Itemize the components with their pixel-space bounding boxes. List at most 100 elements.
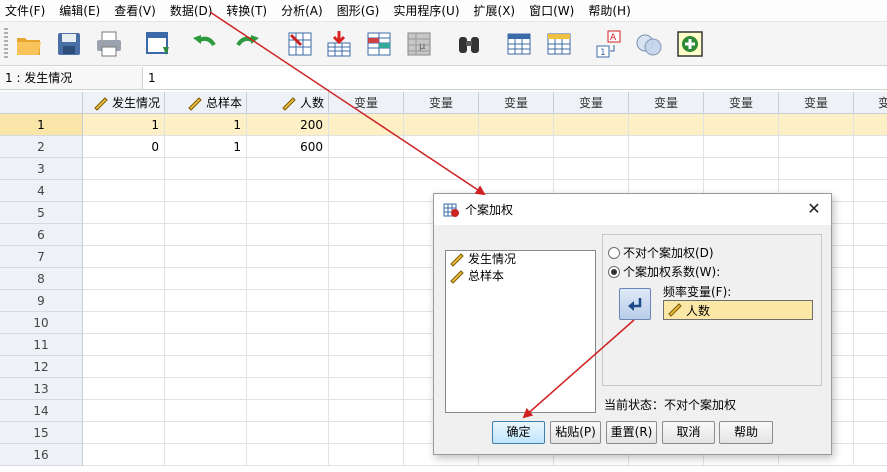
help-button[interactable]: 帮助 (719, 421, 773, 444)
row-number[interactable]: 15 (0, 422, 83, 444)
row-number[interactable]: 4 (0, 180, 83, 202)
grid-cell[interactable] (83, 290, 165, 312)
radio-weight-by[interactable]: 个案加权系数(W): (608, 263, 720, 280)
grid-cell[interactable] (247, 400, 329, 422)
save-icon[interactable] (52, 27, 86, 61)
grid-cell[interactable] (329, 224, 404, 246)
menu-extensions[interactable]: 扩展(X) (469, 0, 525, 22)
grid-cell[interactable] (247, 246, 329, 268)
grid-cell[interactable] (83, 224, 165, 246)
menu-edit[interactable]: 编辑(E) (54, 0, 109, 22)
grid-cell[interactable] (247, 378, 329, 400)
menu-transform[interactable]: 转换(T) (221, 0, 276, 22)
menu-file[interactable]: 文件(F) (0, 0, 54, 22)
grid-cell[interactable] (329, 312, 404, 334)
menu-analyze[interactable]: 分析(A) (276, 0, 332, 22)
grid-cell[interactable] (779, 158, 854, 180)
frequency-variable-field[interactable]: 人数 (663, 300, 813, 320)
split-file-icon[interactable]: μ (402, 27, 436, 61)
value-labels-icon[interactable]: A1 (592, 27, 626, 61)
grid-cell[interactable] (83, 422, 165, 444)
recall-dialog-icon[interactable] (142, 27, 176, 61)
venn-icon[interactable] (632, 27, 666, 61)
grid-cell[interactable] (629, 158, 704, 180)
row-number[interactable]: 6 (0, 224, 83, 246)
menu-help[interactable]: 帮助(H) (583, 0, 639, 22)
grid-cell[interactable]: 0 (83, 136, 165, 158)
grid-cell[interactable] (854, 312, 887, 334)
grid-cell[interactable] (165, 290, 247, 312)
radio-selected-icon[interactable] (608, 265, 620, 278)
column-header[interactable]: 发生情况 (83, 92, 165, 114)
list-item[interactable]: 发生情况 (446, 251, 595, 268)
row-number[interactable]: 11 (0, 334, 83, 356)
grid-cell[interactable] (779, 136, 854, 158)
toolbar-grip[interactable] (4, 28, 8, 60)
grid-cell[interactable] (854, 334, 887, 356)
grid-cell[interactable] (165, 224, 247, 246)
cell-value-input[interactable]: 1 (148, 67, 156, 89)
grid-cell[interactable] (247, 268, 329, 290)
grid-cell[interactable] (704, 136, 779, 158)
grid-cell[interactable] (83, 334, 165, 356)
grid-cell[interactable] (165, 422, 247, 444)
row-number[interactable]: 13 (0, 378, 83, 400)
grid-cell[interactable] (247, 290, 329, 312)
column-header[interactable]: 变 (854, 92, 887, 114)
grid-cell[interactable] (329, 158, 404, 180)
row-number[interactable]: 5 (0, 202, 83, 224)
grid-cell[interactable] (629, 114, 704, 136)
column-header[interactable]: 变量 (404, 92, 479, 114)
column-header[interactable]: 变量 (779, 92, 854, 114)
grid-cell[interactable] (83, 158, 165, 180)
grid-cell[interactable] (479, 158, 554, 180)
grid-cell[interactable] (329, 136, 404, 158)
undo-icon[interactable] (188, 27, 222, 61)
grid-cell[interactable] (83, 444, 165, 466)
grid-cell[interactable] (329, 378, 404, 400)
grid-cell[interactable] (404, 114, 479, 136)
grid-cell[interactable] (854, 246, 887, 268)
grid-cell[interactable] (165, 356, 247, 378)
grid-cell[interactable] (247, 202, 329, 224)
column-header[interactable]: 变量 (704, 92, 779, 114)
grid-cell[interactable] (854, 290, 887, 312)
go-to-case-icon[interactable] (283, 27, 317, 61)
grid-cell[interactable] (83, 180, 165, 202)
grid-cell[interactable] (854, 444, 887, 466)
menu-view[interactable]: 查看(V) (109, 0, 165, 22)
list-item[interactable]: 总样本 (446, 268, 595, 285)
grid-cell[interactable] (165, 246, 247, 268)
grid-cell[interactable] (247, 312, 329, 334)
row-number[interactable]: 7 (0, 246, 83, 268)
grid-cell[interactable] (329, 290, 404, 312)
grid-cell[interactable] (704, 114, 779, 136)
grid-cell[interactable] (404, 158, 479, 180)
grid-cell[interactable]: 600 (247, 136, 329, 158)
grid-cell[interactable] (854, 268, 887, 290)
grid-cell[interactable] (704, 158, 779, 180)
grid-cell[interactable] (165, 158, 247, 180)
grid-cell[interactable] (329, 268, 404, 290)
grid-cell[interactable] (554, 158, 629, 180)
redo-icon[interactable] (230, 27, 264, 61)
column-header[interactable]: 变量 (479, 92, 554, 114)
row-number[interactable]: 3 (0, 158, 83, 180)
row-number[interactable]: 16 (0, 444, 83, 466)
row-number[interactable]: 2 (0, 136, 83, 158)
column-header[interactable]: 变量 (329, 92, 404, 114)
reset-button[interactable]: 重置(R) (606, 421, 657, 444)
grid-cell[interactable] (83, 356, 165, 378)
grid-cell[interactable] (247, 224, 329, 246)
row-number[interactable]: 8 (0, 268, 83, 290)
grid-cell[interactable] (329, 422, 404, 444)
grid-cell[interactable] (83, 202, 165, 224)
cancel-button[interactable]: 取消 (662, 421, 715, 444)
grid-cell[interactable] (329, 180, 404, 202)
grid-cell[interactable] (329, 334, 404, 356)
table-icon[interactable] (502, 27, 536, 61)
grid-cell[interactable] (165, 334, 247, 356)
grid-cell[interactable] (854, 136, 887, 158)
print-icon[interactable] (92, 27, 126, 61)
grid-cell[interactable] (554, 136, 629, 158)
